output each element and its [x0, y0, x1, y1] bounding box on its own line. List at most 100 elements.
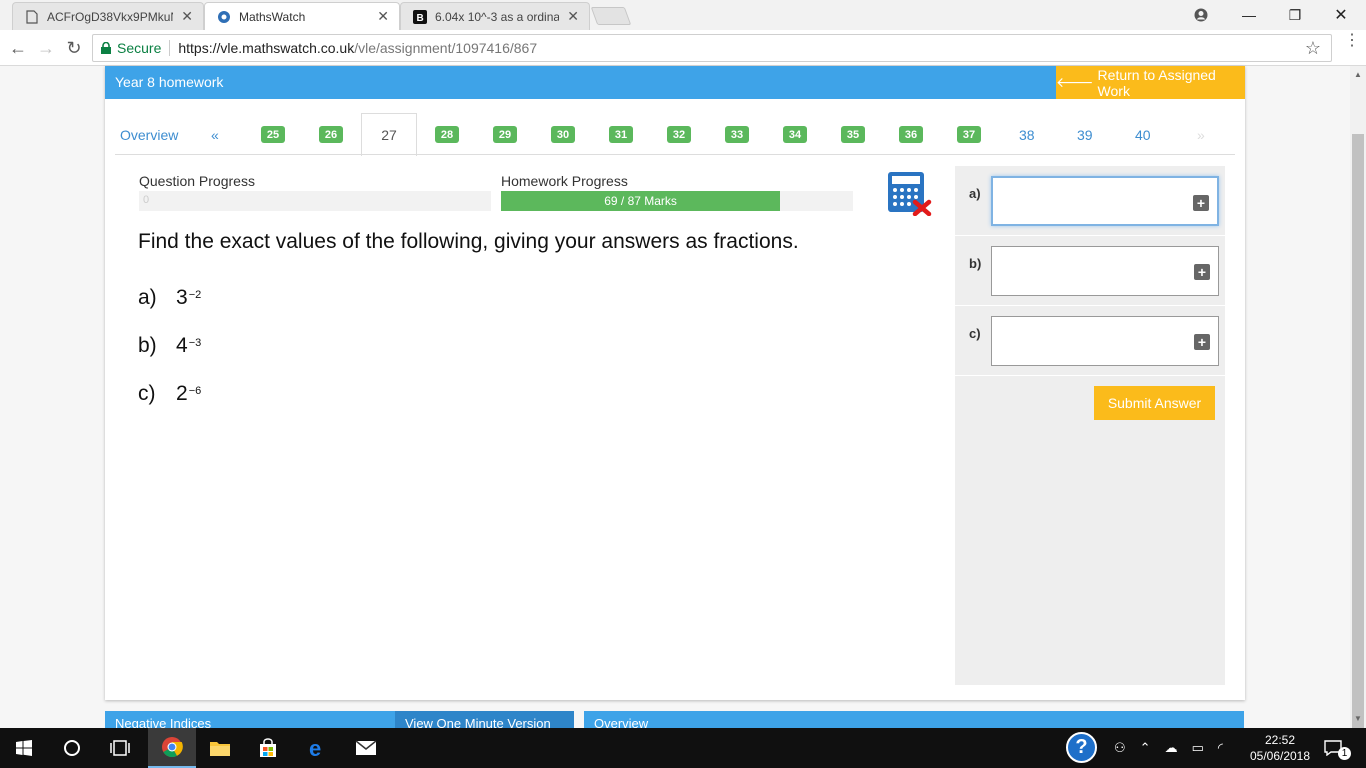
url-host: https://vle.mathswatch.co.uk: [178, 40, 355, 56]
overview-link[interactable]: Overview: [120, 127, 178, 143]
help-icon[interactable]: ?: [1066, 732, 1097, 763]
menu-icon[interactable]: ⋮: [1344, 33, 1360, 49]
plus-icon[interactable]: +: [1194, 264, 1210, 280]
question-part-c: c) 2 −6: [138, 382, 201, 406]
question-36[interactable]: 36: [899, 126, 923, 143]
tab-title: 6.04x 10^-3 as a ordinary: [435, 9, 560, 24]
reload-button[interactable]: ↻: [62, 36, 86, 60]
answer-row-b: b) +: [955, 236, 1225, 306]
profile-icon[interactable]: [1178, 0, 1224, 30]
mail-icon[interactable]: [342, 728, 390, 768]
question-37[interactable]: 37: [957, 126, 981, 143]
secure-label: Secure: [117, 40, 162, 56]
question-40[interactable]: 40: [1135, 127, 1151, 143]
svg-text:e: e: [309, 737, 321, 759]
taskbar-clock[interactable]: 22:52 05/06/2018: [1244, 732, 1316, 764]
plus-icon[interactable]: +: [1193, 195, 1209, 211]
answer-input-b[interactable]: +: [991, 246, 1219, 296]
question-29[interactable]: 29: [493, 126, 517, 143]
store-icon[interactable]: [244, 728, 292, 768]
windows-taskbar: e ? ⚇ ⌃ ☁ ▭ ◜ 22:52 05/06/2018 1: [0, 728, 1366, 768]
browser-tab-3[interactable]: B 6.04x 10^-3 as a ordinary ✕: [400, 2, 590, 30]
submit-answer-button[interactable]: Submit Answer: [1094, 386, 1215, 420]
question-nav: Overview « 25 26 27 28 29 30 31 32 33 34…: [105, 113, 1245, 156]
close-icon[interactable]: ✕: [377, 8, 389, 25]
restore-button[interactable]: ❐: [1272, 0, 1318, 30]
homework-progress-fill: 69 / 87 Marks: [501, 191, 781, 211]
edge-icon[interactable]: e: [294, 728, 342, 768]
notification-count: 1: [1338, 746, 1351, 760]
part-label: c): [138, 382, 156, 405]
brainly-icon: B: [413, 9, 427, 24]
question-28[interactable]: 28: [435, 126, 459, 143]
answer-input-a[interactable]: +: [991, 176, 1219, 226]
question-39[interactable]: 39: [1077, 127, 1093, 143]
answer-input-c[interactable]: +: [991, 316, 1219, 366]
search-icon[interactable]: [48, 728, 96, 768]
chrome-icon[interactable]: [148, 728, 196, 768]
answer-row-c: c) +: [955, 306, 1225, 376]
question-32[interactable]: 32: [667, 126, 691, 143]
return-button[interactable]: 🡐 Return to Assigned Work: [1056, 66, 1245, 99]
return-label: Return to Assigned Work: [1097, 66, 1216, 99]
scroll-thumb[interactable]: [1352, 134, 1364, 728]
plus-icon[interactable]: +: [1194, 334, 1210, 350]
chevron-up-icon[interactable]: ⌃: [1140, 740, 1151, 756]
question-38[interactable]: 38: [1019, 127, 1035, 143]
forward-button[interactable]: →: [34, 36, 58, 60]
question-27-current[interactable]: 27: [361, 113, 417, 156]
back-button[interactable]: ←: [6, 36, 30, 60]
prev-link[interactable]: «: [211, 127, 219, 143]
people-icon[interactable]: ⚇: [1114, 740, 1126, 756]
part-exponent: −3: [188, 337, 202, 349]
battery-icon[interactable]: ▭: [1192, 740, 1204, 756]
task-view-icon[interactable]: [96, 728, 144, 768]
tab-title: ACFrOgD38Vkx9PMkuNc: [47, 9, 174, 24]
close-icon[interactable]: ✕: [181, 8, 193, 25]
part-exponent: −6: [188, 385, 202, 397]
browser-tab-1[interactable]: ACFrOgD38Vkx9PMkuNc ✕: [12, 2, 204, 30]
page-scrollbar[interactable]: ▲ ▼: [1350, 66, 1366, 728]
question-progress-label: Question Progress: [139, 173, 255, 189]
answer-panel: a) + b) + c) + Submit Answer: [955, 166, 1225, 685]
lock-icon: [101, 42, 111, 54]
next-link[interactable]: »: [1197, 127, 1205, 143]
answer-label: c): [969, 326, 981, 341]
question-26[interactable]: 26: [319, 126, 343, 143]
question-30[interactable]: 30: [551, 126, 575, 143]
question-part-a: a) 3 −2: [138, 286, 201, 310]
clock-time: 22:52: [1264, 733, 1296, 747]
minimize-button[interactable]: —: [1226, 0, 1272, 30]
part-base: 4: [176, 334, 188, 357]
part-exponent: −2: [188, 289, 202, 301]
question-35[interactable]: 35: [841, 126, 865, 143]
question-text: Find the exact values of the following, …: [138, 230, 799, 253]
mathswatch-icon: [217, 10, 231, 24]
scroll-up-icon[interactable]: ▲: [1354, 70, 1362, 79]
assignment-card: Year 8 homework 🡐 Return to Assigned Wor…: [105, 66, 1245, 700]
browser-tab-2[interactable]: MathsWatch ✕: [204, 2, 400, 30]
secure-indicator[interactable]: Secure: [101, 40, 161, 56]
question-progress-value: 0: [143, 194, 150, 206]
document-icon: [25, 9, 39, 24]
address-bar[interactable]: Secure https://vle.mathswatch.co.uk/vle/…: [92, 34, 1332, 62]
action-center-icon[interactable]: 1: [1324, 728, 1351, 768]
scroll-down-icon[interactable]: ▼: [1354, 714, 1362, 723]
onedrive-cloud-icon[interactable]: ☁: [1165, 740, 1178, 756]
new-tab-button[interactable]: [590, 7, 632, 25]
bookmark-star-icon[interactable]: ☆: [1305, 38, 1321, 59]
question-33[interactable]: 33: [725, 126, 749, 143]
windows-start-icon[interactable]: [0, 728, 48, 768]
file-explorer-icon[interactable]: [196, 728, 244, 768]
question-34[interactable]: 34: [783, 126, 807, 143]
part-base: 2: [176, 382, 188, 405]
window-close-button[interactable]: ✕: [1318, 0, 1364, 30]
svg-text:B: B: [417, 13, 424, 24]
browser-toolbar: ← → ↻ Secure https://vle.mathswatch.co.u…: [0, 30, 1366, 66]
wifi-icon[interactable]: ◜: [1218, 740, 1223, 756]
question-25[interactable]: 25: [261, 126, 285, 143]
close-icon[interactable]: ✕: [567, 8, 579, 25]
question-31[interactable]: 31: [609, 126, 633, 143]
homework-progress-label: Homework Progress: [501, 173, 628, 189]
question-part-b: b) 4 −3: [138, 334, 201, 358]
